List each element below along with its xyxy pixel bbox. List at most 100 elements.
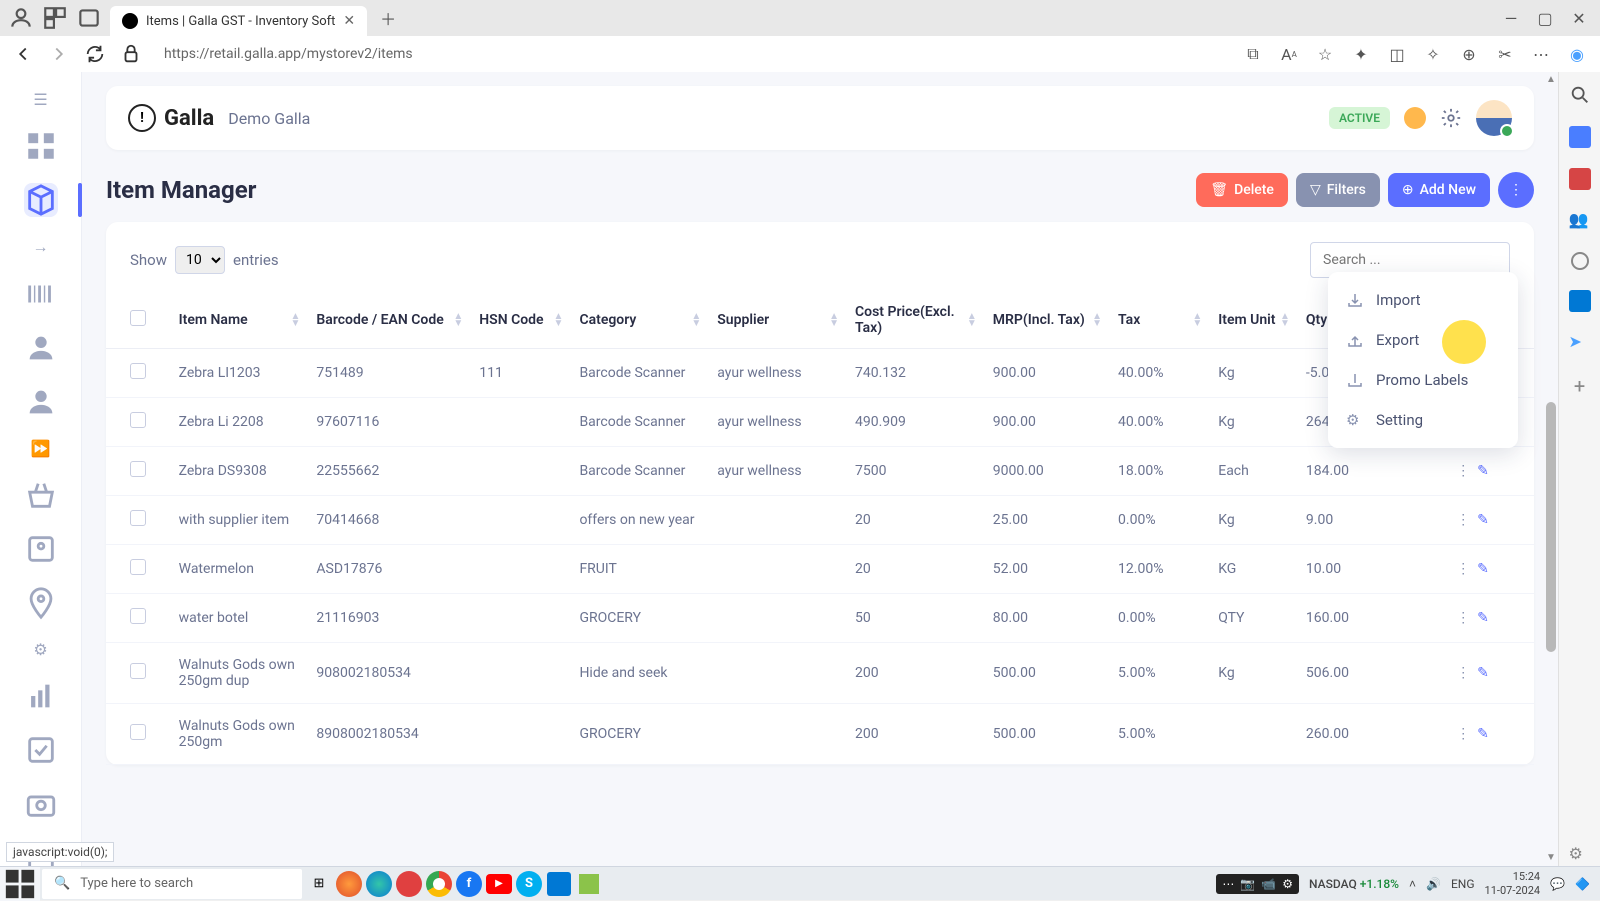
nav-location[interactable]	[24, 586, 58, 620]
add-sidebar-icon[interactable]: +	[1569, 374, 1591, 396]
col-tax[interactable]: Tax▲▼	[1108, 292, 1208, 349]
row-edit-icon[interactable]: ✎	[1477, 561, 1489, 577]
avatar[interactable]	[1476, 100, 1512, 136]
taskbar-search[interactable]: 🔍Type here to search	[42, 869, 302, 899]
profile-icon[interactable]	[8, 5, 34, 31]
col-hsn-code[interactable]: HSN Code▲▼	[469, 292, 569, 349]
notifications-icon[interactable]: 💬	[1550, 877, 1565, 891]
workspaces-icon[interactable]	[42, 5, 68, 31]
close-window-icon[interactable]: ✕	[1566, 5, 1592, 31]
nav-settings[interactable]: ⚙	[24, 640, 58, 659]
clock[interactable]: 15:2411-07-2024	[1485, 870, 1541, 898]
app-icon[interactable]	[574, 869, 604, 899]
tray-group[interactable]: ⋯📷📹⚙	[1216, 874, 1299, 894]
row-checkbox[interactable]	[130, 510, 146, 526]
url-field[interactable]: https://retail.galla.app/mystorev2/items	[156, 46, 1228, 62]
split-icon[interactable]: ◫	[1386, 43, 1408, 65]
row-checkbox[interactable]	[130, 363, 146, 379]
screenshot-icon[interactable]: ✂	[1494, 43, 1516, 65]
extensions-icon[interactable]: ✦	[1350, 43, 1372, 65]
col-category[interactable]: Category▲▼	[569, 292, 707, 349]
row-edit-icon[interactable]: ✎	[1477, 665, 1489, 681]
favorites-icon[interactable]: ✧	[1422, 43, 1444, 65]
row-actions-icon[interactable]: ⋮	[1456, 561, 1470, 577]
filters-button[interactable]: ▽Filters	[1296, 173, 1380, 207]
row-actions-icon[interactable]: ⋮	[1456, 665, 1470, 681]
nav-reports[interactable]	[24, 679, 58, 713]
send-icon[interactable]: ➤	[1569, 332, 1591, 354]
row-edit-icon[interactable]: ✎	[1477, 726, 1489, 742]
language-indicator[interactable]: ENG	[1451, 877, 1475, 891]
volume-icon[interactable]: 🔊	[1426, 877, 1441, 891]
menu-icon[interactable]: ⋯	[1530, 43, 1552, 65]
youtube-icon[interactable]: ▶	[484, 869, 514, 899]
nav-barcode[interactable]	[24, 277, 58, 311]
col-item-unit[interactable]: Item Unit▲▼	[1208, 292, 1296, 349]
star-icon[interactable]: ☆	[1314, 43, 1336, 65]
reload-button[interactable]	[84, 43, 106, 65]
nav-items[interactable]	[24, 183, 58, 217]
chrome-icon[interactable]	[424, 869, 454, 899]
row-checkbox[interactable]	[130, 663, 146, 679]
shopping-icon[interactable]	[1569, 126, 1591, 148]
tray-chevron-icon[interactable]: ˄	[1409, 877, 1416, 891]
copilot-icon[interactable]: ◉	[1566, 43, 1588, 65]
col-cost-price-excl-tax-[interactable]: Cost Price(Excl. Tax)▲▼	[845, 292, 983, 349]
task-view-icon[interactable]: ⊞	[304, 869, 334, 899]
skype-icon[interactable]: S	[514, 869, 544, 899]
tools-icon[interactable]	[1569, 168, 1591, 190]
new-tab-button[interactable]: ＋	[375, 5, 401, 31]
coin-icon[interactable]	[1404, 107, 1426, 129]
more-actions-button[interactable]: ⋮	[1498, 172, 1534, 208]
open-external-icon[interactable]: ⧉	[1242, 43, 1264, 65]
outlook-icon[interactable]	[1569, 290, 1591, 312]
nav-user2[interactable]	[24, 385, 58, 419]
forward-button[interactable]	[48, 43, 70, 65]
nav-check[interactable]	[24, 733, 58, 767]
assist-icon[interactable]: 🔷	[1575, 877, 1590, 891]
add-new-button[interactable]: ⊕Add New	[1388, 173, 1490, 207]
row-checkbox[interactable]	[130, 559, 146, 575]
start-button[interactable]	[0, 867, 40, 901]
settings-icon[interactable]	[1440, 107, 1462, 129]
scroll-down-icon[interactable]: ▼	[1545, 852, 1557, 864]
office-icon[interactable]	[1571, 252, 1589, 270]
text-size-icon[interactable]: AA	[1278, 43, 1300, 65]
col-mrp-incl-tax-[interactable]: MRP(Incl. Tax)▲▼	[983, 292, 1108, 349]
brand-logo[interactable]: ! Galla	[128, 104, 214, 132]
nav-contacts[interactable]	[24, 532, 58, 566]
row-checkbox[interactable]	[130, 461, 146, 477]
scroll-up-icon[interactable]: ▲	[1545, 74, 1557, 86]
scroll-thumb[interactable]	[1546, 402, 1556, 652]
nav-basket[interactable]	[24, 478, 58, 512]
menu-toggle-icon[interactable]: ☰	[33, 90, 47, 109]
nav-camera[interactable]	[24, 787, 58, 821]
row-actions-icon[interactable]: ⋮	[1456, 610, 1470, 626]
col-barcode-ean-code[interactable]: Barcode / EAN Code▲▼	[306, 292, 469, 349]
store-icon[interactable]	[544, 869, 574, 899]
col-supplier[interactable]: Supplier▲▼	[707, 292, 845, 349]
row-actions-icon[interactable]: ⋮	[1456, 726, 1470, 742]
site-info-icon[interactable]	[120, 43, 142, 65]
close-tab-icon[interactable]: ✕	[343, 13, 355, 29]
row-edit-icon[interactable]: ✎	[1477, 610, 1489, 626]
sidebar-settings-icon[interactable]: ⚙	[1569, 844, 1591, 866]
row-actions-icon[interactable]: ⋮	[1456, 512, 1470, 528]
row-edit-icon[interactable]: ✎	[1477, 512, 1489, 528]
people-icon[interactable]: 👥	[1569, 210, 1591, 232]
row-actions-icon[interactable]: ⋮	[1456, 463, 1470, 479]
collections-icon[interactable]: ⊕	[1458, 43, 1480, 65]
browser-tab[interactable]: Items | Galla GST - Inventory Soft ✕	[110, 6, 367, 36]
scrollbar[interactable]: ▲ ▼	[1544, 72, 1558, 866]
row-checkbox[interactable]	[130, 724, 146, 740]
search-icon[interactable]	[1569, 84, 1591, 106]
back-button[interactable]	[12, 43, 34, 65]
edge-icon[interactable]	[364, 869, 394, 899]
select-all-checkbox[interactable]	[130, 310, 146, 326]
maximize-icon[interactable]: ▢	[1532, 5, 1558, 31]
nav-dashboard[interactable]	[24, 129, 58, 163]
firefox-icon[interactable]	[334, 869, 364, 899]
tab-overview-icon[interactable]	[76, 5, 102, 31]
row-checkbox[interactable]	[130, 412, 146, 428]
menu-promo-labels[interactable]: Promo Labels	[1328, 360, 1518, 400]
